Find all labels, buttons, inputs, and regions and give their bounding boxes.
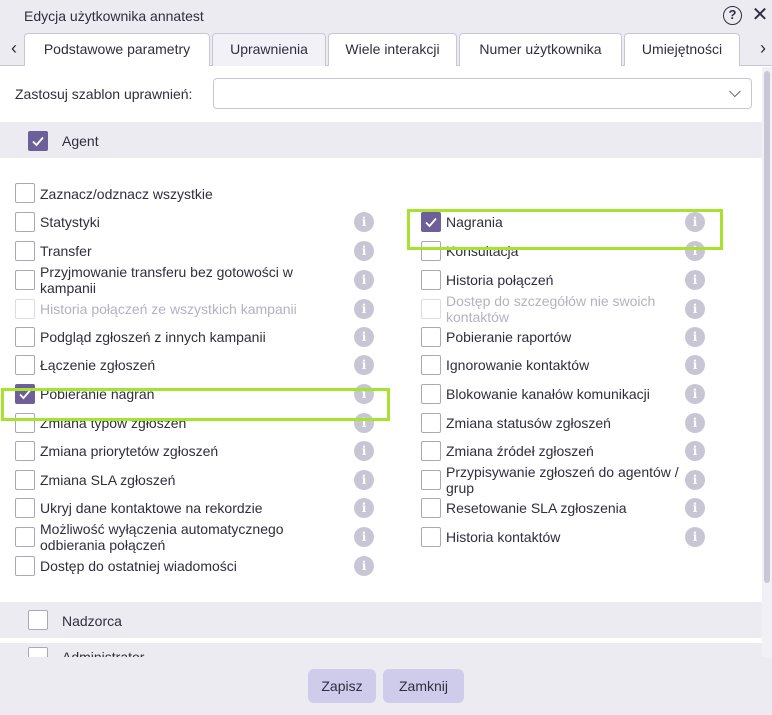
right-checkbox-11[interactable] bbox=[421, 527, 441, 547]
info-icon[interactable]: i bbox=[354, 212, 374, 232]
left-checkbox-1[interactable] bbox=[15, 241, 35, 261]
left-permission-label-2: Przyjmowanie transferu bez gotowości w k… bbox=[40, 264, 293, 296]
left-checkbox-4[interactable] bbox=[15, 327, 35, 347]
info-icon[interactable]: i bbox=[685, 355, 705, 375]
left-checkbox-2[interactable] bbox=[15, 270, 35, 290]
left-permission-label-3: Historia połączeń ze wszystkich kampanii bbox=[40, 301, 297, 317]
left-permission-label-5: Łączenie zgłoszeń bbox=[40, 357, 156, 373]
left-permission-label-12: Dostęp do ostatniej wiadomości bbox=[40, 558, 237, 574]
template-select[interactable]: ⌵ bbox=[213, 78, 752, 109]
highlight-nagrania bbox=[407, 209, 723, 250]
info-icon[interactable]: i bbox=[685, 299, 705, 319]
left-permission-label-9: Zmiana SLA zgłoszeń bbox=[40, 472, 176, 488]
close-button[interactable]: Zamknij bbox=[383, 669, 464, 703]
right-checkbox-3 bbox=[421, 299, 441, 319]
left-permission-label-1: Transfer bbox=[40, 243, 92, 259]
section-supervisor-label: Nadzorca bbox=[62, 613, 122, 629]
info-icon[interactable]: i bbox=[685, 384, 705, 404]
left-permission-label-11: Możliwość wyłączenia automatycznego odbi… bbox=[40, 521, 284, 553]
section-agent bbox=[0, 122, 762, 158]
info-icon[interactable]: i bbox=[685, 470, 705, 490]
tab-scroll-right-icon[interactable]: › bbox=[755, 38, 771, 59]
right-checkbox-2[interactable] bbox=[421, 270, 441, 290]
left-permission-label-4: Podgląd zgłoszeń z innych kampanii bbox=[40, 329, 266, 345]
info-icon[interactable]: i bbox=[354, 470, 374, 490]
dialog-footer: Zapisz Zamknij bbox=[0, 657, 772, 715]
chevron-down-icon: ⌵ bbox=[728, 84, 741, 101]
info-icon[interactable]: i bbox=[685, 270, 705, 290]
save-button[interactable]: Zapisz bbox=[308, 669, 376, 703]
tab-basic-parameters[interactable]: Podstawowe parametry bbox=[24, 33, 210, 66]
tab-multi-interactions[interactable]: Wiele interakcji bbox=[328, 33, 457, 66]
left-permission-label-10: Ukryj dane kontaktowe na rekordzie bbox=[40, 500, 263, 516]
right-checkbox-9[interactable] bbox=[421, 470, 441, 490]
right-permission-label-2: Historia połączeń bbox=[446, 272, 554, 288]
info-icon[interactable]: i bbox=[685, 498, 705, 518]
right-permission-label-9: Przypisywanie zgłoszeń do agentów / grup bbox=[446, 464, 679, 496]
tab-user-number[interactable]: Numer użytkownika bbox=[459, 33, 622, 66]
info-icon[interactable]: i bbox=[354, 556, 374, 576]
info-icon[interactable]: i bbox=[354, 270, 374, 290]
right-permission-label-3: Dostęp do szczegółów nie swoich kontaktó… bbox=[446, 293, 656, 325]
right-checkbox-4[interactable] bbox=[421, 327, 441, 347]
left-checkbox-9[interactable] bbox=[15, 470, 35, 490]
left-checkbox-5[interactable] bbox=[15, 355, 35, 375]
scrollbar-thumb[interactable] bbox=[764, 71, 770, 583]
left-checkbox-0[interactable] bbox=[15, 212, 35, 232]
info-icon[interactable]: i bbox=[354, 498, 374, 518]
select-all-checkbox[interactable] bbox=[15, 183, 35, 203]
info-icon[interactable]: i bbox=[685, 413, 705, 433]
info-icon[interactable]: i bbox=[354, 527, 374, 547]
right-permission-label-4: Pobieranie raportów bbox=[446, 329, 572, 345]
left-checkbox-3 bbox=[15, 299, 35, 319]
left-permission-label-8: Zmiana priorytetów zgłoszeń bbox=[40, 443, 219, 459]
right-permission-label-5: Ignorowanie kontaktów bbox=[446, 357, 590, 373]
window-title: Edycja użytkownika annatest bbox=[24, 8, 204, 24]
info-icon[interactable]: i bbox=[354, 241, 374, 261]
right-checkbox-7[interactable] bbox=[421, 413, 441, 433]
administrator-checkbox[interactable] bbox=[28, 647, 48, 657]
info-icon[interactable]: i bbox=[354, 299, 374, 319]
left-checkbox-12[interactable] bbox=[15, 556, 35, 576]
template-label: Zastosuj szablon uprawnień: bbox=[15, 86, 193, 102]
right-permission-label-6: Blokowanie kanałów komunikacji bbox=[446, 386, 650, 402]
right-permission-label-8: Zmiana źródeł zgłoszeń bbox=[446, 443, 594, 459]
right-checkbox-10[interactable] bbox=[421, 498, 441, 518]
info-icon[interactable]: i bbox=[354, 441, 374, 461]
help-icon[interactable]: ? bbox=[723, 6, 742, 25]
right-permission-label-10: Resetowanie SLA zgłoszenia bbox=[446, 500, 627, 516]
select-all-label: Zaznacz/odznacz wszystkie bbox=[40, 186, 213, 202]
right-permission-label-7: Zmiana statusów zgłoszeń bbox=[446, 415, 611, 431]
left-checkbox-10[interactable] bbox=[15, 498, 35, 518]
close-icon[interactable]: ✕ bbox=[750, 5, 770, 25]
permissions-panel: Zastosuj szablon uprawnień: ⌵ Agent Zazn… bbox=[0, 67, 762, 657]
section-administrator-label: Administrator bbox=[62, 649, 145, 657]
section-agent-label: Agent bbox=[62, 133, 99, 149]
left-checkbox-11[interactable] bbox=[15, 527, 35, 547]
info-icon[interactable]: i bbox=[685, 441, 705, 461]
tab-permissions[interactable]: Uprawnienia bbox=[212, 33, 326, 66]
left-checkbox-8[interactable] bbox=[15, 441, 35, 461]
right-checkbox-5[interactable] bbox=[421, 355, 441, 375]
left-permission-label-0: Statystyki bbox=[40, 214, 100, 230]
tab-skills[interactable]: Umiejętności bbox=[624, 33, 740, 66]
info-icon[interactable]: i bbox=[354, 327, 374, 347]
info-icon[interactable]: i bbox=[685, 527, 705, 547]
tab-bar: ‹ Podstawowe parametry Uprawnienia Wiele… bbox=[0, 32, 772, 66]
tab-scroll-left-icon[interactable]: ‹ bbox=[6, 38, 22, 59]
highlight-pobieranie-nagran bbox=[1, 388, 390, 421]
info-icon[interactable]: i bbox=[685, 327, 705, 347]
right-checkbox-8[interactable] bbox=[421, 441, 441, 461]
info-icon[interactable]: i bbox=[354, 355, 374, 375]
checkmark-icon bbox=[32, 136, 44, 147]
title-bar: Edycja użytkownika annatest ? ✕ bbox=[0, 0, 772, 32]
right-permission-label-11: Historia kontaktów bbox=[446, 529, 561, 545]
scrollbar[interactable] bbox=[762, 67, 772, 657]
agent-checkbox[interactable] bbox=[28, 131, 48, 151]
supervisor-checkbox[interactable] bbox=[28, 610, 48, 630]
right-checkbox-6[interactable] bbox=[421, 384, 441, 404]
